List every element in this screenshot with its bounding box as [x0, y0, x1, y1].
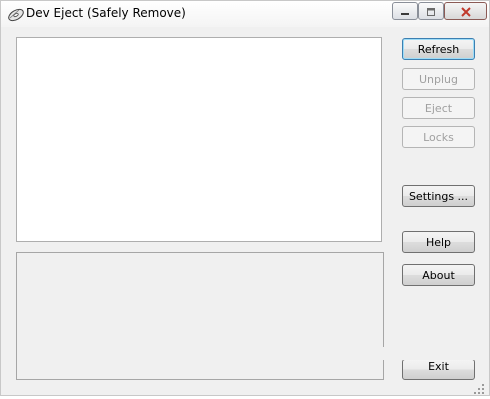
app-window: Dev Eject (Safely Remove) Refresh Unplug…: [0, 0, 490, 396]
exit-button[interactable]: Exit: [402, 359, 475, 380]
locks-button[interactable]: Locks: [402, 126, 475, 148]
about-button[interactable]: About: [402, 264, 475, 286]
device-info-panel: [16, 252, 384, 380]
device-list[interactable]: [16, 37, 382, 242]
exit-button-overlap: [383, 347, 483, 360]
minimize-button[interactable]: [392, 2, 418, 20]
window-title: Dev Eject (Safely Remove): [26, 6, 186, 20]
resize-grip-icon[interactable]: [474, 380, 485, 394]
eject-app-icon: [7, 6, 25, 22]
help-button[interactable]: Help: [402, 231, 475, 253]
maximize-icon: [425, 2, 437, 21]
minimize-icon: [399, 2, 411, 21]
close-button[interactable]: [444, 2, 487, 20]
settings-button[interactable]: Settings ...: [402, 185, 475, 207]
title-bar[interactable]: Dev Eject (Safely Remove): [1, 1, 489, 27]
unplug-button[interactable]: Unplug: [402, 68, 475, 90]
refresh-button[interactable]: Refresh: [402, 38, 475, 60]
maximize-button[interactable]: [418, 2, 444, 20]
eject-button[interactable]: Eject: [402, 97, 475, 119]
close-icon: [460, 2, 472, 21]
